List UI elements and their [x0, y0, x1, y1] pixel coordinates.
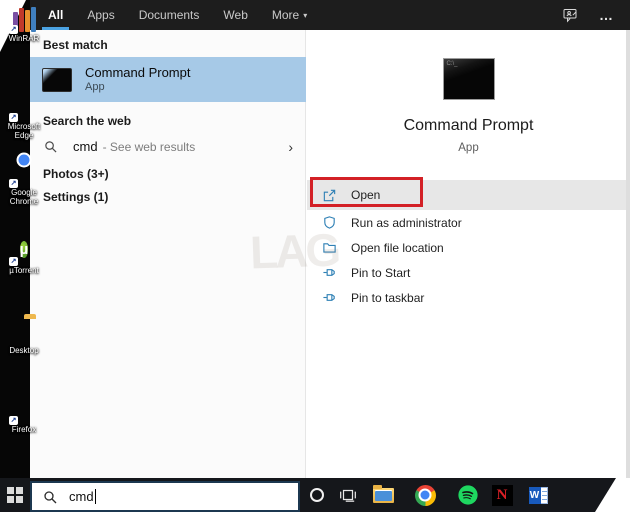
file-explorer-icon: [372, 484, 394, 503]
tab-documents[interactable]: Documents: [137, 0, 202, 30]
search-input-text: cmd: [69, 489, 94, 504]
shortcut-arrow-icon: ↗: [9, 416, 18, 425]
chevron-right-icon[interactable]: ›: [288, 139, 293, 155]
action-label: Run as administrator: [351, 215, 462, 230]
shortcut-arrow-icon: ↗: [9, 179, 18, 188]
taskbar-search-box[interactable]: cmd: [30, 481, 300, 512]
search-tabs-bar: All Apps Documents Web More ▾ …: [30, 0, 630, 30]
task-view-icon: [340, 489, 356, 502]
task-view-button[interactable]: [336, 484, 360, 506]
shortcut-arrow-icon: ↗: [9, 257, 18, 266]
desktop-icon-label: Microsoft Edge: [7, 122, 41, 140]
taskbar: cmd N W: [0, 478, 630, 512]
spotify-button[interactable]: [456, 484, 480, 506]
desktop-icon-winrar[interactable]: ↗ WinRAR: [2, 6, 46, 43]
result-subtitle: App: [85, 81, 105, 93]
utorrent-icon: µ: [19, 241, 29, 258]
panel-right-edge: [626, 30, 630, 478]
action-pin-to-taskbar[interactable]: Pin to taskbar: [307, 285, 630, 310]
action-label: Open file location: [351, 240, 444, 255]
chrome-icon: [414, 484, 436, 506]
tab-apps[interactable]: Apps: [85, 0, 116, 30]
desktop-icon-label: Google Chrome: [9, 188, 39, 206]
search-icon: [43, 490, 57, 504]
shortcut-arrow-icon: ↗: [9, 113, 18, 122]
cortana-button[interactable]: [305, 484, 329, 506]
web-query-text: cmd: [73, 139, 98, 154]
desktop-icon-chrome[interactable]: ↗ Google Chrome: [2, 160, 46, 206]
desktop-icon-desktop-folder[interactable]: Desktop: [2, 318, 46, 355]
feedback-icon[interactable]: [562, 7, 579, 23]
tab-more[interactable]: More ▾: [270, 0, 309, 30]
desktop-icon-label: Desktop: [9, 346, 39, 355]
action-open[interactable]: Open: [307, 180, 630, 210]
chrome-button[interactable]: [413, 484, 437, 506]
action-run-as-administrator[interactable]: Run as administrator: [307, 210, 630, 235]
word-button[interactable]: W: [526, 484, 550, 506]
tab-list: All Apps Documents Web More ▾: [30, 0, 309, 30]
pin-icon: [322, 290, 339, 305]
detail-title: Command Prompt: [403, 117, 534, 134]
more-options-icon[interactable]: …: [599, 7, 614, 23]
shortcut-arrow-icon: ↗: [9, 25, 18, 34]
command-prompt-icon-large: C:\_: [442, 58, 495, 100]
desktop-background: ↗ WinRAR ↗ Microsoft Edge ↗ Google Chrom…: [0, 0, 40, 512]
shield-icon: [322, 215, 339, 230]
cortana-icon: [310, 488, 324, 502]
result-command-prompt[interactable]: Command Prompt App: [30, 57, 306, 102]
search-results-panel: Best match Command Prompt App Search the…: [30, 30, 306, 478]
result-detail-panel: C:\_ Command Prompt App Open Run as admi…: [307, 30, 630, 478]
netflix-button[interactable]: N: [490, 484, 514, 506]
word-icon: W: [528, 486, 548, 504]
tab-all[interactable]: All: [41, 0, 70, 30]
chevron-down-icon: ▾: [303, 10, 308, 20]
action-pin-to-start[interactable]: Pin to Start: [307, 260, 630, 285]
action-label: Pin to Start: [351, 265, 411, 280]
folder-icon: [322, 240, 339, 255]
desktop-icon-firefox[interactable]: ↗ Firefox: [2, 397, 46, 434]
web-search-result[interactable]: cmd - See web results ›: [30, 133, 306, 160]
result-title: Command Prompt: [85, 65, 191, 80]
settings-group-header[interactable]: Settings (1): [43, 190, 108, 204]
desktop-icon-label: WinRAR: [8, 34, 40, 43]
web-hint-text: - See web results: [102, 139, 196, 154]
file-explorer-button[interactable]: [371, 484, 395, 506]
action-open-file-location[interactable]: Open file location: [307, 235, 630, 260]
tab-web[interactable]: Web: [221, 0, 249, 30]
best-match-header: Best match: [43, 38, 108, 52]
detail-subtitle: App: [458, 142, 479, 154]
desktop-icon-utorrent[interactable]: µ ↗ µTorrent: [2, 238, 46, 275]
netflix-icon: N: [491, 484, 513, 506]
action-label: Pin to taskbar: [351, 290, 425, 305]
spotify-icon: [458, 485, 478, 505]
windows-search-flyout-screen: ↗ WinRAR ↗ Microsoft Edge ↗ Google Chrom…: [0, 0, 630, 512]
desktop-icon-label: Firefox: [11, 425, 37, 434]
action-list: Open Run as administrator Open file loca…: [307, 180, 630, 310]
text-caret: [94, 489, 96, 504]
start-button[interactable]: [7, 487, 23, 503]
command-prompt-icon: [42, 67, 72, 92]
pin-icon: [322, 265, 339, 280]
search-the-web-header: Search the web: [43, 114, 132, 128]
photos-group-header[interactable]: Photos (3+): [43, 167, 109, 181]
search-icon: [44, 140, 57, 153]
desktop-icon-edge[interactable]: ↗ Microsoft Edge: [2, 94, 46, 140]
action-label: Open: [351, 188, 381, 202]
desktop-icon-label: µTorrent: [9, 266, 39, 275]
open-launch-icon: [322, 188, 339, 203]
